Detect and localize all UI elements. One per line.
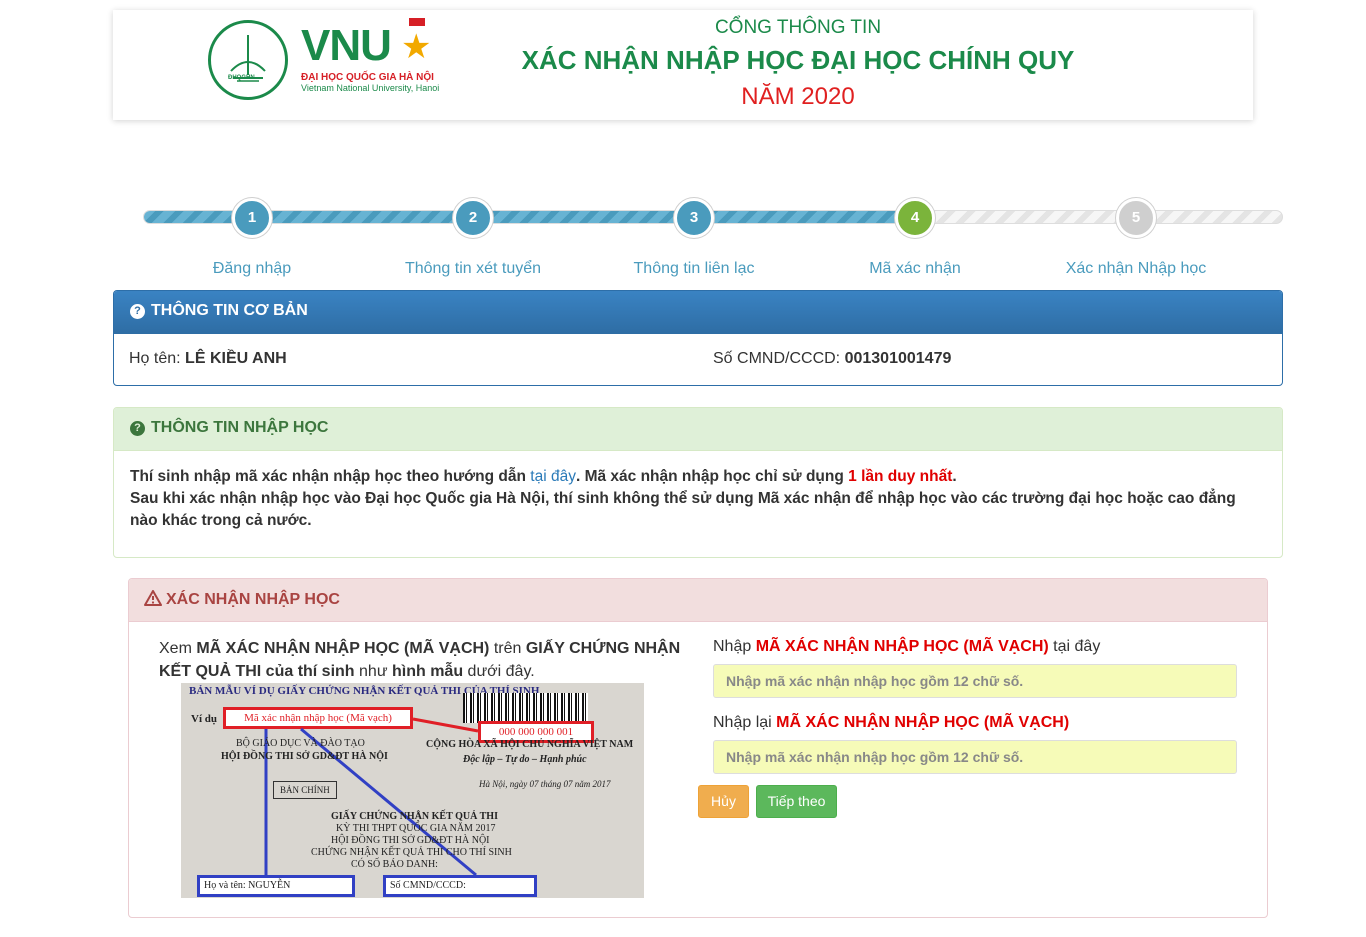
step-3-label[interactable]: Thông tin liên lạc (594, 260, 794, 278)
step-2-circle[interactable]: 2 (453, 198, 493, 238)
lead-text: dưới đây. (463, 663, 535, 680)
logo-name-en: Vietnam National University, Hanoi (301, 83, 440, 93)
once-only-text: 1 lần duy nhất (848, 468, 953, 485)
step-5-circle: 5 (1116, 198, 1156, 238)
warning-icon (144, 590, 162, 606)
confirm-admission-panel: XÁC NHẬN NHẬP HỌC Xem MÃ XÁC NHẬN NHẬP H… (128, 578, 1268, 918)
step-1-label[interactable]: Đăng nhập (152, 260, 352, 278)
step-2-label[interactable]: Thông tin xét tuyển (373, 260, 573, 278)
sample-left-2: HỘI ĐỒNG THI SỞ GD&ĐT HÀ NỘI (221, 751, 388, 762)
sample-instruction: Xem MÃ XÁC NHẬN NHẬP HỌC (MÃ VẠCH) trên … (159, 637, 699, 683)
lead-text: trên (489, 640, 526, 657)
confirm-title: XÁC NHẬN NHẬP HỌC (166, 591, 340, 608)
question-circle-icon: ? (130, 421, 145, 436)
sample-left-1: BỘ GIÁO DỤC VÀ ĐÀO TẠO (236, 738, 365, 749)
sample-center-3: HỘI ĐỒNG THI SỞ GD&ĐT HÀ NỘI (331, 835, 490, 846)
star-icon: ★ (401, 28, 432, 66)
info-text: Thí sinh nhập mã xác nhận nhập học theo … (130, 468, 531, 485)
lead-text: như (354, 663, 392, 680)
header-card: ĐHQGHN VNU ★ ĐẠI HỌC QUỐC GIA HÀ NỘI Vie… (113, 10, 1253, 120)
sample-center-1: GIẤY CHỨNG NHẬN KẾT QUẢ THI (331, 811, 498, 822)
seal-text: ĐHQGHN (228, 75, 255, 81)
info-line-2: Sau khi xác nhận nhập học vào Đại học Qu… (130, 490, 1236, 529)
sample-ban-chinh: BẢN CHÍNH (273, 781, 337, 799)
admission-info-title: THÔNG TIN NHẬP HỌC (151, 419, 329, 436)
sample-center-2: KỲ THI THPT QUỐC GIA NĂM 2017 (336, 823, 496, 834)
lead-sample-text: hình mẫu (391, 663, 464, 680)
label-code-text: MÃ XÁC NHẬN NHẬP HỌC (MÃ VẠCH) (755, 638, 1049, 655)
label-text: tại đây (1048, 638, 1101, 655)
next-button[interactable]: Tiếp theo (756, 785, 837, 818)
sample-right-2: Độc lập – Tự do – Hạnh phúc (463, 754, 587, 765)
student-name: Họ tên: LÊ KIỀU ANH (129, 350, 287, 368)
info-text: . (952, 468, 957, 485)
code-confirm-label: Nhập lại MÃ XÁC NHẬN NHẬP HỌC (MÃ VẠCH) (713, 714, 1069, 732)
portal-title-line2: XÁC NHẬN NHẬP HỌC ĐẠI HỌC CHÍNH QUY (521, 45, 1075, 75)
sample-center-4: CHỨNG NHẬN KẾT QUẢ THI CHO THÍ SINH (311, 847, 512, 858)
sample-right-1: CỘNG HÒA XÃ HỘI CHỦ NGHĨA VIỆT NAM (426, 739, 634, 750)
vnu-seal-logo: ĐHQGHN (208, 20, 288, 100)
question-circle-icon: ? (130, 304, 145, 319)
admission-info-header: ? THÔNG TIN NHẬP HỌC (114, 408, 1282, 451)
medal-ribbon (409, 18, 425, 26)
lead-text: Xem (159, 640, 197, 657)
guide-link[interactable]: tại đây (530, 468, 576, 485)
basic-info-body: Họ tên: LÊ KIỀU ANH Số CMND/CCCD: 001301… (114, 334, 1282, 385)
admission-info-panel: ? THÔNG TIN NHẬP HỌC Thí sinh nhập mã xác… (113, 407, 1283, 558)
label-code-text: MÃ XÁC NHẬN NHẬP HỌC (MÃ VẠCH) (776, 714, 1070, 731)
admission-info-body: Thí sinh nhập mã xác nhận nhập học theo … (114, 451, 1282, 547)
basic-info-header: ? THÔNG TIN CƠ BẢN (114, 291, 1282, 334)
student-id: Số CMND/CCCD: 001301001479 (713, 350, 951, 368)
label-text: Nhập lại (713, 714, 777, 731)
sample-date: Hà Nội, ngày 07 tháng 07 năm 2017 (479, 779, 611, 789)
basic-info-panel: ? THÔNG TIN CƠ BẢN Họ tên: LÊ KIỀU ANH Số… (113, 290, 1283, 386)
portal-title: CỔNG THÔNG TIN XÁC NHẬN NHẬP HỌC ĐẠI HỌC… (493, 16, 1103, 114)
sample-id-box: Số CMND/CCCD: (383, 875, 537, 897)
step-5-label: Xác nhận Nhập học (1065, 260, 1207, 277)
info-text: . Mã xác nhận nhập học chỉ sử dụng (575, 468, 849, 485)
id-label: Số CMND/CCCD: (713, 350, 841, 367)
name-value: LÊ KIỀU ANH (185, 350, 287, 367)
step-1-circle[interactable]: 1 (232, 198, 272, 238)
portal-title-line1: CỔNG THÔNG TIN (714, 17, 882, 38)
sample-name-box: Họ và tên: NGUYỄN (197, 875, 355, 897)
info-line-1: Thí sinh nhập mã xác nhận nhập học theo … (130, 466, 1266, 488)
step-3-circle[interactable]: 3 (674, 198, 714, 238)
cancel-button[interactable]: Hủy (698, 785, 749, 818)
lead-candidate-text: của thí sinh (265, 663, 355, 680)
basic-info-title: THÔNG TIN CƠ BẢN (151, 302, 308, 319)
id-value: 001301001479 (844, 350, 952, 367)
step-4-circle[interactable]: 4 (895, 198, 935, 238)
sample-center-5: CÓ SỐ BÁO DANH: (351, 859, 438, 870)
code-input[interactable] (713, 664, 1237, 698)
logo-name-vi: ĐẠI HỌC QUỐC GIA HÀ NỘI (301, 72, 434, 83)
vnu-wordmark: VNU ★ ĐẠI HỌC QUỐC GIA HÀ NỘI Vietnam Na… (301, 18, 440, 93)
step-4-label[interactable]: Mã xác nhận (815, 260, 1015, 278)
confirm-header: XÁC NHẬN NHẬP HỌC (129, 579, 1267, 622)
portal-title-year: NĂM 2020 (741, 83, 855, 110)
lead-code-text: MÃ XÁC NHẬN NHẬP HỌC (MÃ VẠCH) (196, 640, 490, 657)
name-label: Họ tên: (129, 350, 181, 367)
code-confirm-input[interactable] (713, 740, 1237, 774)
label-text: Nhập (713, 638, 756, 655)
seal-emblem-icon (230, 35, 266, 82)
sample-certificate-image: BẢN MẪU VÍ DỤ GIẤY CHỨNG NHẬN KẾT QUẢ TH… (181, 683, 644, 898)
code-input-label: Nhập MÃ XÁC NHẬN NHẬP HỌC (MÃ VẠCH) tại … (713, 638, 1100, 656)
